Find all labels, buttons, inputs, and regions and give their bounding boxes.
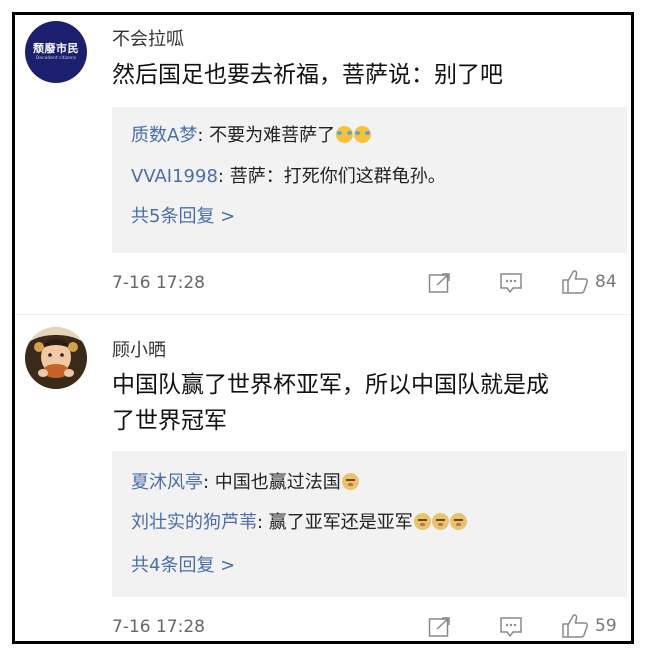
- like-count: 59: [595, 616, 617, 636]
- reply-box[interactable]: 夏沐风亭: 中国也赢过法国 刘壮实的狗芦苇: 赢了亚军还是亚军 共4条回复 >: [112, 451, 627, 597]
- comment-button[interactable]: [499, 616, 523, 638]
- avatar-image: [25, 327, 87, 389]
- reply-item[interactable]: 刘壮实的狗芦苇: 赢了亚军还是亚军: [131, 508, 467, 534]
- doge-icon: [431, 513, 449, 530]
- comment-item: 顾小晒 中国队赢了世界杯亚军，所以中国队就是成 了世界冠军 夏沐风亭: 中国也赢…: [15, 315, 631, 641]
- comment-icon: [500, 273, 522, 294]
- reply-username[interactable]: VVAI1998: [131, 166, 218, 187]
- share-button[interactable]: [428, 616, 452, 638]
- laugh-cry-icon: [354, 126, 372, 143]
- reply-username[interactable]: 质数A梦: [131, 125, 197, 146]
- avatar-logo-subtext: Decadent citizens: [35, 55, 77, 61]
- comment-text: 然后国足也要去祈福，菩萨说：别了吧: [112, 62, 503, 88]
- share-icon: [428, 617, 450, 637]
- comment-timestamp: 7-16 17:28: [112, 273, 205, 293]
- share-icon: [428, 273, 450, 293]
- reply-item[interactable]: 夏沐风亭: 中国也赢过法国: [131, 468, 359, 494]
- comment-icon: [500, 617, 522, 638]
- comment-text-line: 了世界冠军: [112, 408, 227, 434]
- reply-username[interactable]: 夏沐风亭: [131, 472, 203, 493]
- avatar[interactable]: [25, 327, 87, 389]
- avatar-logo-text: 颓廢市民: [33, 41, 79, 55]
- avatar[interactable]: 颓廢市民 Decadent citizens: [25, 21, 87, 83]
- comment-text-line: 中国队赢了世界杯亚军，所以中国队就是成: [112, 372, 549, 398]
- comment-item: 颓廢市民 Decadent citizens 不会拉呱 然后国足也要去祈福，菩萨…: [15, 15, 631, 315]
- more-replies-link[interactable]: 共4条回复 >: [131, 551, 235, 577]
- reply-username[interactable]: 刘壮实的狗芦苇: [131, 512, 257, 533]
- thumbs-up-icon: [562, 270, 588, 294]
- doge-icon: [341, 473, 359, 490]
- like-button[interactable]: 59: [561, 613, 617, 639]
- reply-text: : 菩萨：打死你们这群龟孙。: [217, 166, 446, 187]
- like-count: 84: [595, 272, 617, 292]
- doge-icon: [413, 513, 431, 530]
- more-replies-link[interactable]: 共5条回复 >: [131, 202, 235, 228]
- like-button[interactable]: 84: [561, 269, 617, 295]
- laugh-cry-icon: [336, 126, 354, 143]
- reply-text: : 赢了亚军还是亚军: [257, 512, 413, 533]
- reply-text: : 不要为难菩萨了: [197, 125, 336, 146]
- comment-timestamp: 7-16 17:28: [112, 617, 205, 637]
- reply-box[interactable]: 质数A梦: 不要为难菩萨了 VVAI1998: 菩萨：打死你们这群龟孙。 共5条…: [112, 107, 627, 253]
- share-button[interactable]: [428, 272, 452, 294]
- username[interactable]: 顾小晒: [112, 336, 166, 362]
- username[interactable]: 不会拉呱: [112, 25, 184, 51]
- thumbs-up-icon: [562, 614, 588, 638]
- comment-list: 颓廢市民 Decadent citizens 不会拉呱 然后国足也要去祈福，菩萨…: [12, 12, 634, 644]
- reply-item[interactable]: 质数A梦: 不要为难菩萨了: [131, 121, 372, 147]
- reply-text: : 中国也赢过法国: [203, 472, 341, 493]
- comment-button[interactable]: [499, 272, 523, 294]
- doge-icon: [449, 513, 467, 530]
- reply-item[interactable]: VVAI1998: 菩萨：打死你们这群龟孙。: [131, 162, 446, 188]
